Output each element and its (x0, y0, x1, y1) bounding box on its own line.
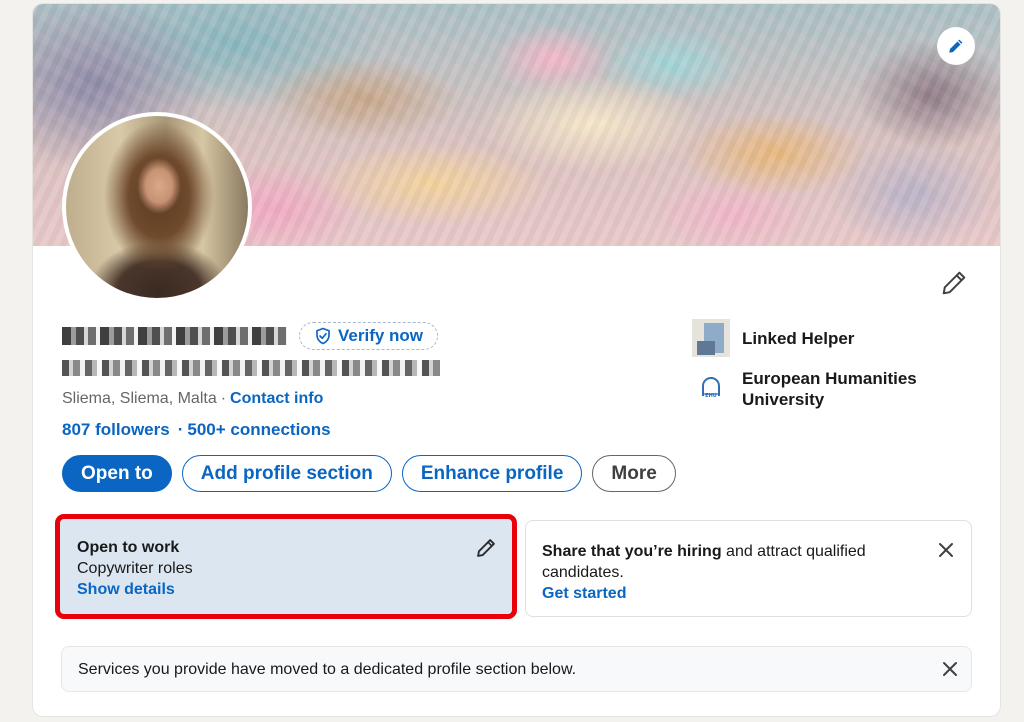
more-button[interactable]: More (592, 455, 676, 492)
open-to-button[interactable]: Open to (62, 455, 172, 492)
close-icon (943, 662, 957, 676)
name-row: Verify now (62, 322, 439, 350)
close-icon (939, 543, 953, 557)
separator: · (220, 390, 227, 407)
open-to-work-roles: Copywriter roles (77, 560, 193, 577)
services-notice-text: Services you provide have moved to a ded… (78, 660, 577, 678)
hiring-bold-text: Share that you’re hiring (542, 543, 722, 560)
school-logo-icon: EHU (692, 368, 730, 406)
headline-row (62, 360, 440, 381)
education-school[interactable]: EHU European Humanities University (692, 368, 932, 410)
profile-actions: Open to Add profile section Enhance prof… (62, 455, 676, 492)
separator: · (177, 420, 184, 439)
edit-banner-button[interactable] (937, 27, 975, 65)
open-to-work-card[interactable]: Open to work Copywriter roles Show detai… (55, 514, 517, 619)
show-details-link[interactable]: Show details (77, 579, 495, 600)
profile-headline-redacted (62, 360, 440, 376)
open-to-work-title: Open to work (77, 539, 180, 556)
connections-link[interactable]: 500+ connections (187, 420, 330, 439)
add-profile-section-button[interactable]: Add profile section (181, 455, 392, 492)
stats-row: 807 followers · 500+ connections (62, 420, 331, 440)
company-logo-icon (692, 319, 730, 357)
verify-now-button[interactable]: Verify now (299, 322, 439, 350)
location-row: Sliema, Sliema, Malta · Contact info (62, 390, 323, 408)
pencil-icon (949, 39, 963, 53)
profile-intro-card: Verify now Sliema, Sliema, Malta · Contact… (33, 4, 1000, 716)
profile-name-redacted (62, 327, 287, 345)
contact-info-link[interactable]: Contact info (230, 390, 323, 407)
followers-link[interactable]: 807 followers (62, 420, 170, 439)
school-name: European Humanities University (742, 369, 917, 409)
current-company[interactable]: Linked Helper (692, 319, 854, 357)
profile-photo[interactable] (62, 112, 252, 302)
verify-now-label: Verify now (338, 326, 424, 345)
edit-intro-button[interactable] (939, 268, 969, 298)
dismiss-hiring-button[interactable] (935, 539, 957, 561)
svg-text:EHU: EHU (705, 393, 717, 399)
pencil-icon (477, 539, 495, 557)
pencil-icon (942, 271, 966, 295)
get-started-link[interactable]: Get started (542, 583, 955, 604)
edit-open-to-work-button[interactable] (476, 538, 496, 564)
share-hiring-card: Share that you’re hiring and attract qua… (525, 520, 972, 617)
location-text: Sliema, Sliema, Malta (62, 390, 217, 407)
shield-check-icon (316, 327, 330, 345)
services-moved-notice: Services you provide have moved to a ded… (61, 646, 972, 692)
company-name: Linked Helper (742, 328, 855, 348)
dismiss-services-notice-button[interactable] (939, 658, 961, 680)
enhance-profile-button[interactable]: Enhance profile (401, 455, 583, 492)
hiring-message: Share that you’re hiring and attract qua… (542, 541, 912, 583)
